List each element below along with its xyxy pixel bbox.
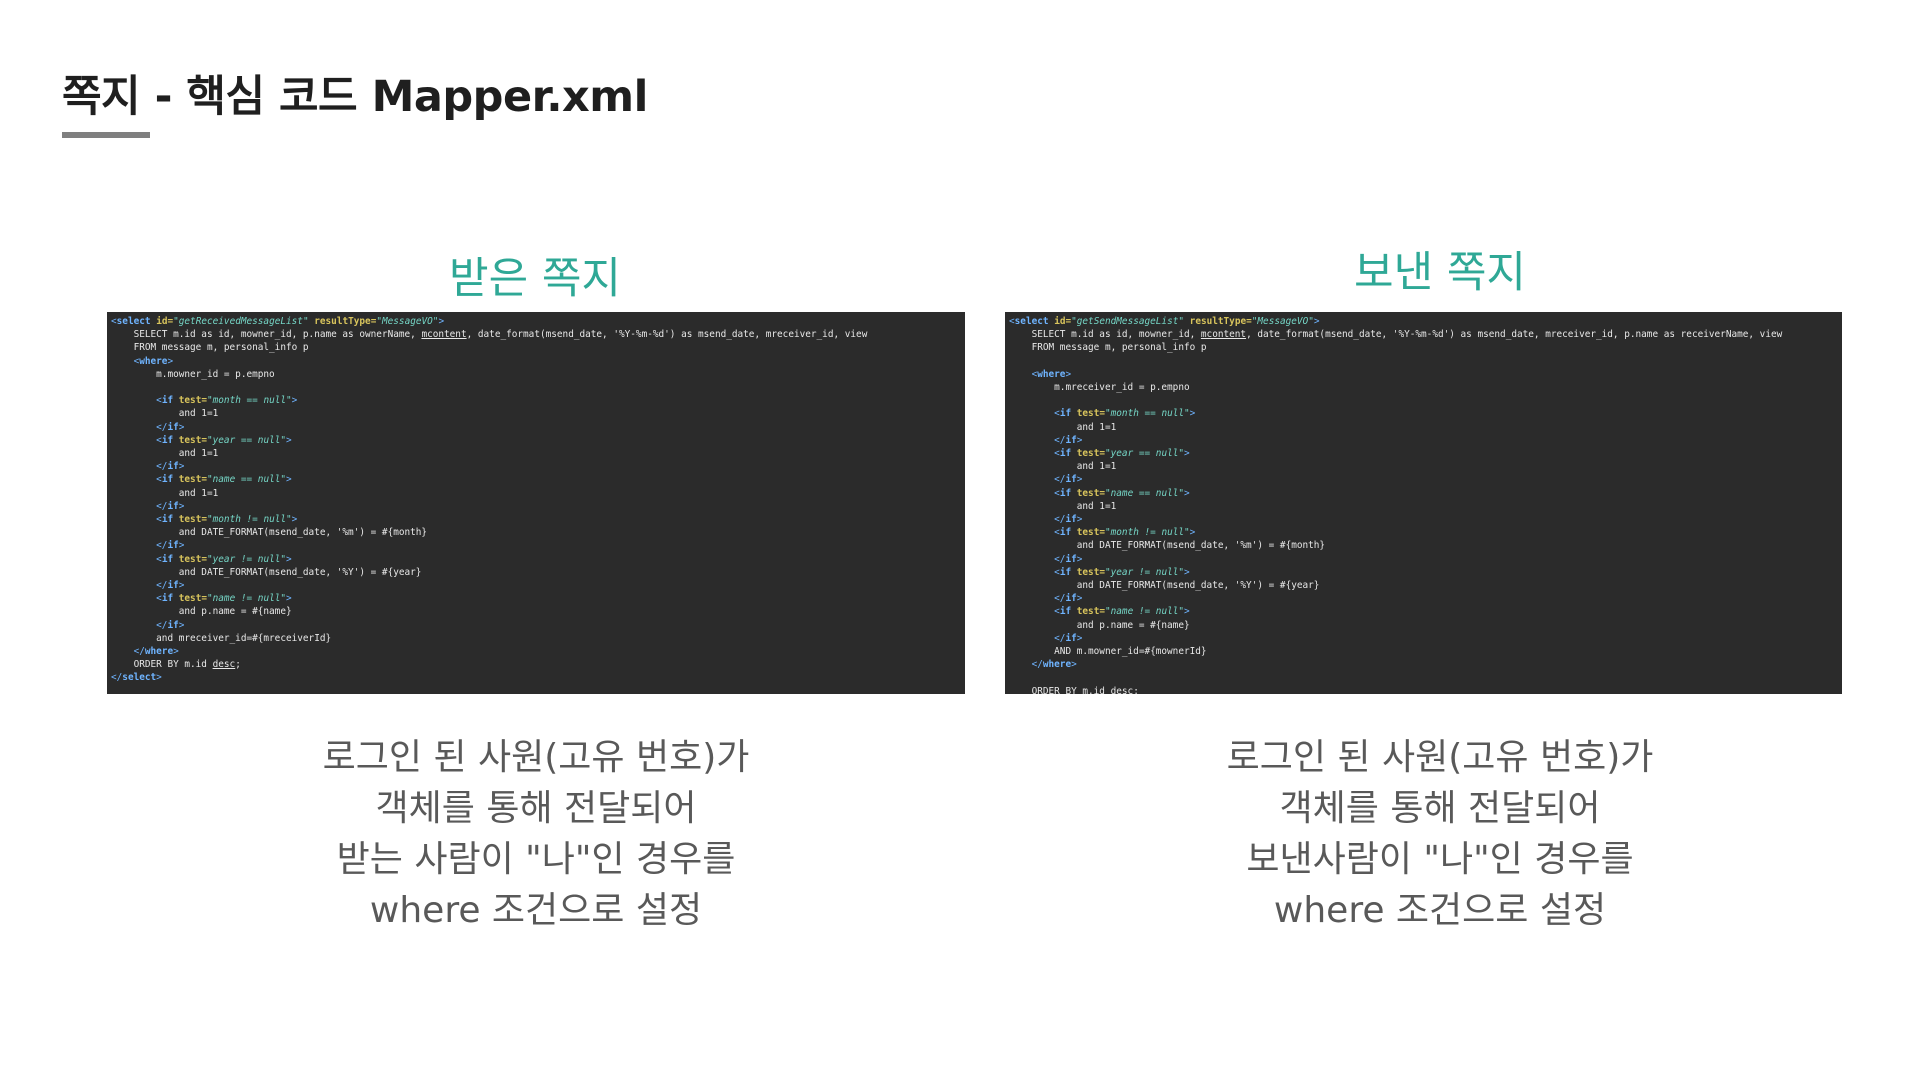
page-title: 쪽지 - 핵심 코드 Mapper.xml (62, 72, 648, 122)
received-description: 로그인 된 사원(고유 번호)가 객체를 통해 전달되어 받는 사람이 "나"인… (186, 732, 886, 936)
sent-code-block: <select id="getSendMessageList" resultTy… (1009, 316, 1783, 694)
description-line: 로그인 된 사원(고유 번호)가 (1226, 737, 1654, 778)
received-code-block: <select id="getReceivedMessageList" resu… (111, 316, 868, 684)
description-line: 객체를 통해 전달되어 (375, 788, 697, 829)
description-line: 로그인 된 사원(고유 번호)가 (322, 737, 750, 778)
sent-code-screenshot: <select id="getSendMessageList" resultTy… (1005, 312, 1842, 694)
description-line: 객체를 통해 전달되어 (1279, 788, 1601, 829)
title-underline (62, 132, 150, 138)
description-line: where 조건으로 설정 (1273, 890, 1607, 931)
received-heading: 받은 쪽지 (449, 254, 621, 304)
received-code-screenshot: <select id="getReceivedMessageList" resu… (107, 312, 965, 694)
sent-description: 로그인 된 사원(고유 번호)가 객체를 통해 전달되어 보낸사람이 "나"인 … (1090, 732, 1790, 936)
description-line: 받는 사람이 "나"인 경우를 (336, 839, 736, 880)
description-line: where 조건으로 설정 (369, 890, 703, 931)
sent-heading: 보낸 쪽지 (1354, 248, 1526, 298)
description-line: 보낸사람이 "나"인 경우를 (1246, 839, 1634, 880)
